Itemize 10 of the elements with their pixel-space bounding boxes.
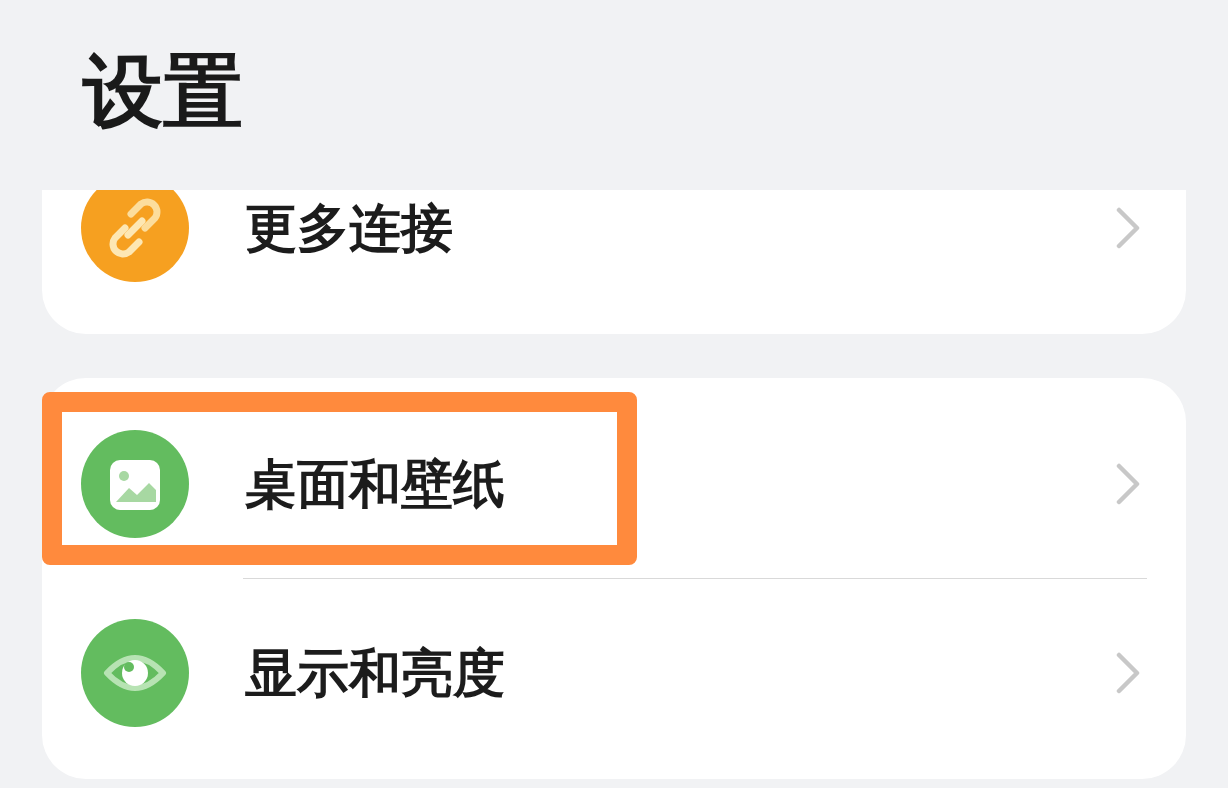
picture-icon (81, 430, 189, 538)
link-icon (81, 190, 189, 282)
chevron-right-icon (1116, 463, 1140, 505)
settings-item[interactable]: 桌面和壁纸 (42, 390, 1186, 578)
chevron-right-icon (1116, 652, 1140, 694)
settings-item[interactable]: 显示和亮度 (42, 579, 1186, 767)
settings-item[interactable]: 更多连接 (42, 190, 1186, 322)
eye-icon (81, 619, 189, 727)
page-title: 设置 (83, 50, 243, 134)
chevron-right-icon (1116, 207, 1140, 249)
